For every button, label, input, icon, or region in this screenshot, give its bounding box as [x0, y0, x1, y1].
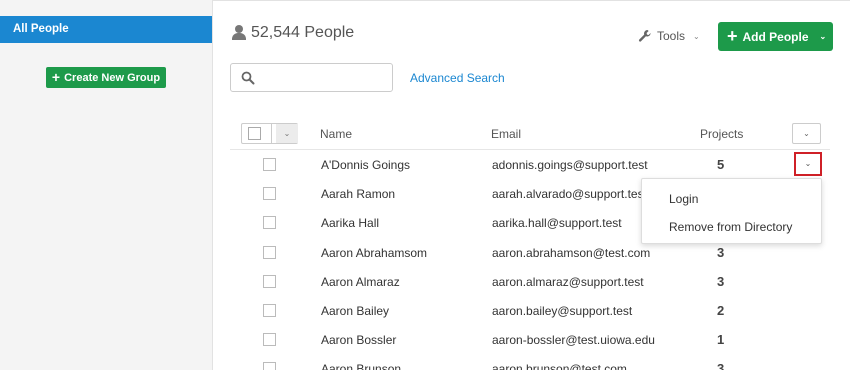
- row-checkbox[interactable]: [263, 216, 276, 229]
- row-name[interactable]: A'Donnis Goings: [321, 158, 410, 172]
- select-all-control[interactable]: ⌄: [241, 123, 298, 144]
- row-checkbox[interactable]: [263, 362, 276, 370]
- row-projects: 5: [717, 157, 725, 172]
- row-email: aaron.almaraz@support.test: [492, 275, 644, 289]
- row-email: aaron.abrahamson@test.com: [492, 246, 651, 260]
- divider: [271, 124, 272, 143]
- row-actions-menu: Login Remove from Directory: [641, 178, 822, 244]
- chevron-down-icon: ⌄: [693, 31, 700, 41]
- row-projects: 1: [717, 332, 725, 347]
- row-email: aaron.bailey@support.test: [492, 304, 633, 318]
- create-new-group-label: Create New Group: [64, 71, 161, 84]
- advanced-search-link[interactable]: Advanced Search: [410, 71, 505, 85]
- column-header-name[interactable]: Name: [320, 127, 352, 141]
- table-row[interactable]: Aaron Brunson aaron.brunson@test.com 3: [230, 355, 830, 370]
- row-name[interactable]: Aaron Abrahamsom: [321, 246, 427, 260]
- tools-menu-button[interactable]: Tools ⌄: [638, 29, 700, 43]
- row-name[interactable]: Aaron Bailey: [321, 304, 389, 318]
- row-name[interactable]: Aaron Bossler: [321, 333, 396, 347]
- people-count: 52,544 People: [251, 24, 355, 41]
- sidebar-item-label: All People: [13, 23, 69, 35]
- top-divider: [213, 0, 850, 3]
- row-name[interactable]: Aaron Almaraz: [321, 275, 400, 289]
- table-row[interactable]: Aaron Almaraz aaron.almaraz@support.test…: [230, 268, 830, 297]
- row-checkbox[interactable]: [263, 333, 276, 346]
- row-email: aaron-bossler@test.uiowa.edu: [492, 333, 655, 347]
- row-checkbox[interactable]: [263, 158, 276, 171]
- add-people-label: Add People: [742, 29, 809, 44]
- plus-icon: +: [51, 69, 61, 85]
- select-all-checkbox[interactable]: [248, 127, 261, 140]
- row-actions-button[interactable]: ⌄: [794, 152, 822, 176]
- row-projects: 3: [717, 361, 725, 370]
- row-projects: 2: [717, 303, 725, 318]
- row-checkbox[interactable]: [263, 187, 276, 200]
- row-projects: 3: [717, 274, 725, 289]
- column-options-button[interactable]: ⌄: [792, 123, 821, 144]
- row-name[interactable]: Aaron Brunson: [321, 362, 401, 370]
- row-email: aaron.brunson@test.com: [492, 362, 627, 370]
- person-icon: [232, 25, 246, 41]
- row-checkbox[interactable]: [263, 304, 276, 317]
- column-header-projects[interactable]: Projects: [700, 127, 743, 141]
- table-row[interactable]: A'Donnis Goings adonnis.goings@support.t…: [230, 151, 830, 180]
- tools-label: Tools: [657, 29, 686, 43]
- search-icon: [241, 71, 255, 85]
- sidebar-item-all-people[interactable]: All People: [0, 16, 212, 43]
- chevron-down-icon[interactable]: ⌄: [276, 124, 298, 143]
- menu-item-login[interactable]: Login: [669, 192, 698, 206]
- row-projects: 3: [717, 245, 725, 260]
- page-title: 52,544 People: [232, 24, 354, 42]
- sidebar: All People + Create New Group: [0, 0, 213, 370]
- search-box[interactable]: [230, 63, 393, 92]
- row-checkbox[interactable]: [263, 246, 276, 259]
- add-people-button[interactable]: + Add People ⌄: [718, 22, 833, 51]
- row-email: aarah.alvarado@support.test: [492, 187, 647, 201]
- wrench-icon: [638, 30, 651, 42]
- plus-icon: +: [727, 25, 738, 46]
- row-checkbox[interactable]: [263, 275, 276, 288]
- chevron-down-icon: ⌄: [804, 159, 812, 168]
- row-email: adonnis.goings@support.test: [492, 158, 648, 172]
- row-name[interactable]: Aarah Ramon: [321, 187, 395, 201]
- search-input[interactable]: [261, 68, 386, 88]
- table-header: ⌄ Name Email Projects ⌄: [230, 120, 830, 150]
- row-name[interactable]: Aarika Hall: [321, 216, 379, 230]
- chevron-down-icon: ⌄: [819, 32, 827, 41]
- table-row[interactable]: Aaron Bailey aaron.bailey@support.test 2: [230, 297, 830, 326]
- table-row[interactable]: Aaron Bossler aaron-bossler@test.uiowa.e…: [230, 326, 830, 355]
- column-header-email[interactable]: Email: [491, 127, 521, 141]
- create-new-group-button[interactable]: + Create New Group: [46, 67, 166, 88]
- menu-item-remove-from-directory[interactable]: Remove from Directory: [669, 220, 792, 234]
- row-email: aarika.hall@support.test: [492, 216, 622, 230]
